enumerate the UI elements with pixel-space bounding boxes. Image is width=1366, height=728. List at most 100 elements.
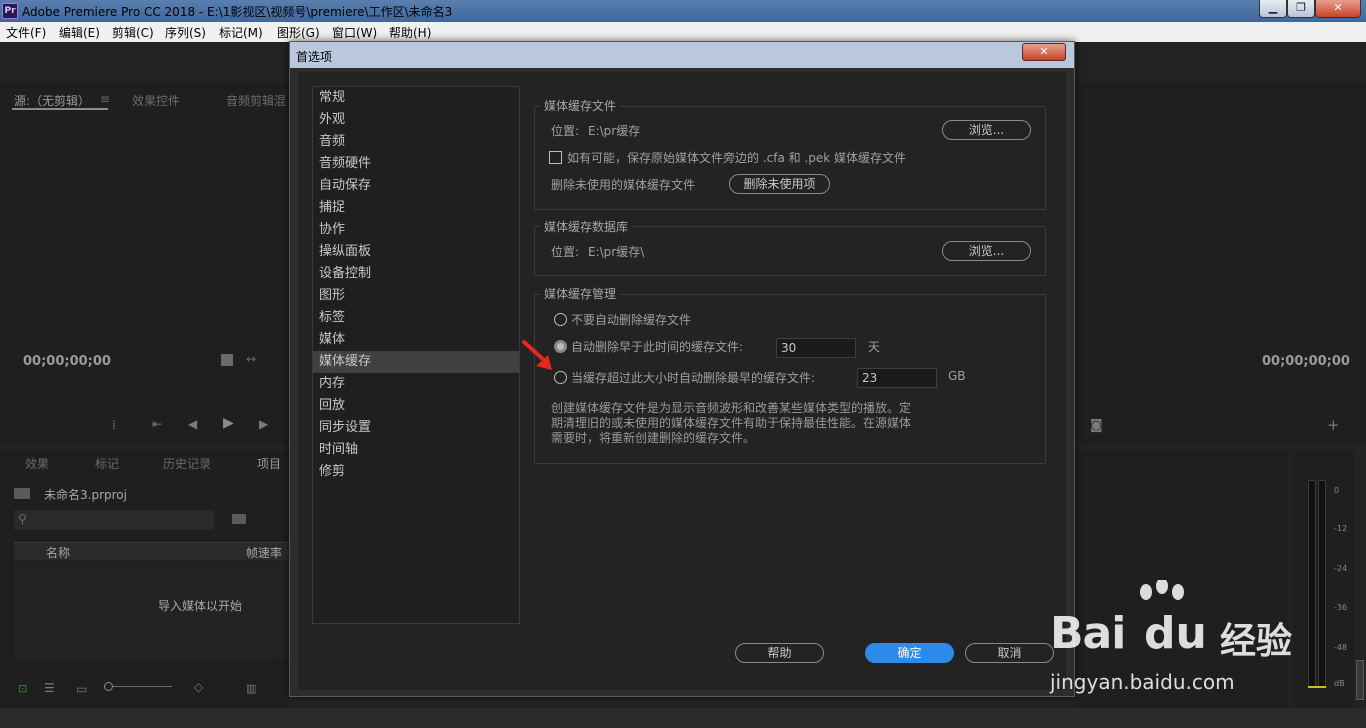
tab-effect-controls[interactable]: 效果控件 — [132, 92, 180, 109]
icon-view-icon[interactable]: ▭ — [76, 682, 87, 696]
project-search-input[interactable] — [14, 510, 214, 530]
menu-window[interactable]: 窗口(W) — [332, 24, 377, 41]
category-media[interactable]: 媒体 — [313, 329, 519, 351]
tab-audio-clip-mixer[interactable]: 音频剪辑混 — [226, 92, 286, 109]
cache-db-browse-button[interactable]: 浏览... — [942, 241, 1031, 261]
title-bar: Pr Adobe Premiere Pro CC 2018 - E:\1影视区\… — [0, 0, 1366, 22]
dialog-body: 常规 外观 音频 音频硬件 自动保存 捕捉 协作 操纵面板 设备控制 图形 标签… — [298, 72, 1066, 690]
folder-icon — [14, 488, 30, 499]
media-cache-db-title: 媒体缓存数据库 — [540, 218, 633, 235]
cache-files-location-label: 位置: — [551, 124, 580, 138]
meter-label-0: 0 — [1334, 486, 1340, 495]
cache-files-browse-button[interactable]: 浏览... — [942, 120, 1031, 140]
minimize-button[interactable]: ▁ — [1259, 0, 1287, 18]
delete-when-exceeds-label: 当缓存超过此大小时自动删除最早的缓存文件: — [571, 371, 816, 385]
category-capture[interactable]: 捕捉 — [313, 197, 519, 219]
meter-scrollbar[interactable] — [1356, 660, 1364, 700]
category-labels[interactable]: 标签 — [313, 307, 519, 329]
window-title: Adobe Premiere Pro CC 2018 - E:\1影视区\视频号… — [22, 5, 453, 19]
column-frame-rate[interactable]: 帧速率 — [246, 544, 282, 561]
cache-size-limit-input[interactable]: 23 — [857, 368, 937, 388]
dialog-close-button[interactable]: ✕ — [1022, 43, 1066, 61]
sort-icon[interactable]: ◇ — [194, 680, 203, 694]
list-view-icon[interactable]: ☰ — [44, 681, 55, 695]
category-audio[interactable]: 音频 — [313, 131, 519, 153]
maximize-button[interactable]: ❐ — [1287, 0, 1315, 18]
trim-icon[interactable]: ↔ — [246, 352, 256, 366]
column-name[interactable]: 名称 — [46, 544, 70, 561]
tab-effects[interactable]: 效果 — [25, 455, 49, 472]
ok-button[interactable]: 确定 — [865, 643, 954, 663]
tab-markers[interactable]: 标记 — [95, 455, 119, 472]
status-bar — [0, 708, 1366, 728]
radio-no-auto-delete[interactable] — [554, 313, 567, 326]
days-unit-label: 天 — [868, 340, 881, 354]
camera-icon[interactable]: ◙ — [1090, 418, 1103, 433]
category-playback[interactable]: 回放 — [313, 395, 519, 417]
panel-menu-icon[interactable]: ≡ — [100, 92, 110, 106]
save-cache-beside-originals-label: 如有可能，保存原始媒体文件旁边的 .cfa 和 .pek 媒体缓存文件 — [567, 151, 907, 165]
baidu-jingyan-watermark: Bai du 经验 jingyan.baidu.com — [1040, 578, 1340, 700]
menu-edit[interactable]: 编辑(E) — [59, 24, 100, 41]
step-forward-icon[interactable]: ▶ — [259, 417, 268, 431]
category-graphics[interactable]: 图形 — [313, 285, 519, 307]
category-device-control[interactable]: 设备控制 — [313, 263, 519, 285]
zoom-slider-handle[interactable] — [104, 682, 113, 691]
meter-label-12: -12 — [1334, 524, 1348, 533]
meter-label-24: -24 — [1334, 564, 1348, 573]
close-window-button[interactable]: ✕ — [1315, 0, 1361, 18]
category-audio-hardware[interactable]: 音频硬件 — [313, 153, 519, 175]
add-button-icon[interactable]: + — [1327, 416, 1340, 434]
project-name: 未命名3.prproj — [44, 488, 127, 502]
watermark-brand: Bai — [1050, 608, 1126, 659]
project-list-area[interactable] — [14, 561, 289, 659]
tab-project[interactable]: 项目 — [257, 455, 281, 472]
category-general[interactable]: 常规 — [313, 87, 519, 109]
category-sync-settings[interactable]: 同步设置 — [313, 417, 519, 439]
tab-history[interactable]: 历史记录 — [163, 455, 211, 472]
source-monitor-panel — [0, 82, 289, 444]
mark-in-icon[interactable]: ⁞ — [112, 418, 116, 432]
cache-description-line-1: 创建媒体缓存文件是为显示音频波形和改善某些媒体类型的播放。定 — [551, 401, 912, 415]
category-memory[interactable]: 内存 — [313, 373, 519, 395]
save-cache-beside-originals-checkbox[interactable] — [549, 151, 562, 164]
automate-icon[interactable]: ▥ — [246, 682, 256, 695]
category-trim[interactable]: 修剪 — [313, 461, 519, 483]
zoom-slider[interactable] — [104, 686, 172, 687]
category-appearance[interactable]: 外观 — [313, 109, 519, 131]
source-timecode: 00;00;00;00 — [23, 354, 111, 369]
dialog-title-bar[interactable]: 首选项 ✕ — [290, 42, 1074, 68]
dialog-title: 首选项 — [296, 50, 333, 64]
help-button[interactable]: 帮助 — [735, 643, 824, 663]
category-auto-save[interactable]: 自动保存 — [313, 175, 519, 197]
menu-sequence[interactable]: 序列(S) — [165, 24, 206, 41]
play-icon[interactable]: ▶ — [223, 415, 234, 431]
category-media-cache[interactable]: 媒体缓存 — [313, 351, 519, 373]
cache-description: 创建媒体缓存文件是为显示音频波形和改善某些媒体类型的播放。定 期清理旧的或未使用… — [551, 401, 911, 446]
delete-older-than-days-input[interactable]: 30 — [776, 338, 856, 358]
lock-icon[interactable]: ⊡ — [18, 682, 27, 695]
program-timecode: 00;00;00;00 — [1262, 354, 1350, 369]
menu-help[interactable]: 帮助(H) — [389, 24, 431, 41]
insert-icon[interactable] — [221, 354, 233, 366]
menu-clip[interactable]: 剪辑(C) — [112, 24, 154, 41]
premiere-app-icon: Pr — [2, 3, 18, 19]
category-collaboration[interactable]: 协作 — [313, 219, 519, 241]
menu-file[interactable]: 文件(F) — [6, 24, 46, 41]
menu-marker[interactable]: 标记(M) — [219, 24, 263, 41]
watermark-brand-du: du — [1144, 608, 1207, 659]
active-tab-underline — [12, 108, 108, 110]
tab-source[interactable]: 源:（无剪辑） — [14, 92, 90, 109]
menu-bar: 文件(F) 编辑(E) 剪辑(C) 序列(S) 标记(M) 图形(G) 窗口(W… — [0, 22, 1366, 42]
cache-files-location-value: E:\pr缓存 — [588, 124, 641, 138]
category-timeline[interactable]: 时间轴 — [313, 439, 519, 461]
go-to-in-icon[interactable]: ⇤ — [152, 417, 162, 431]
watermark-cn: 经验 — [1220, 621, 1293, 662]
watermark-url: jingyan.baidu.com — [1050, 670, 1235, 694]
step-back-icon[interactable]: ◀ — [188, 417, 197, 431]
bin-filter-icon[interactable] — [232, 514, 246, 524]
delete-unused-button[interactable]: 删除未使用项 — [729, 174, 830, 194]
category-control-surface[interactable]: 操纵面板 — [313, 241, 519, 263]
delete-unused-label: 删除未使用的媒体缓存文件 — [551, 178, 696, 192]
menu-graphics[interactable]: 图形(G) — [277, 24, 320, 41]
